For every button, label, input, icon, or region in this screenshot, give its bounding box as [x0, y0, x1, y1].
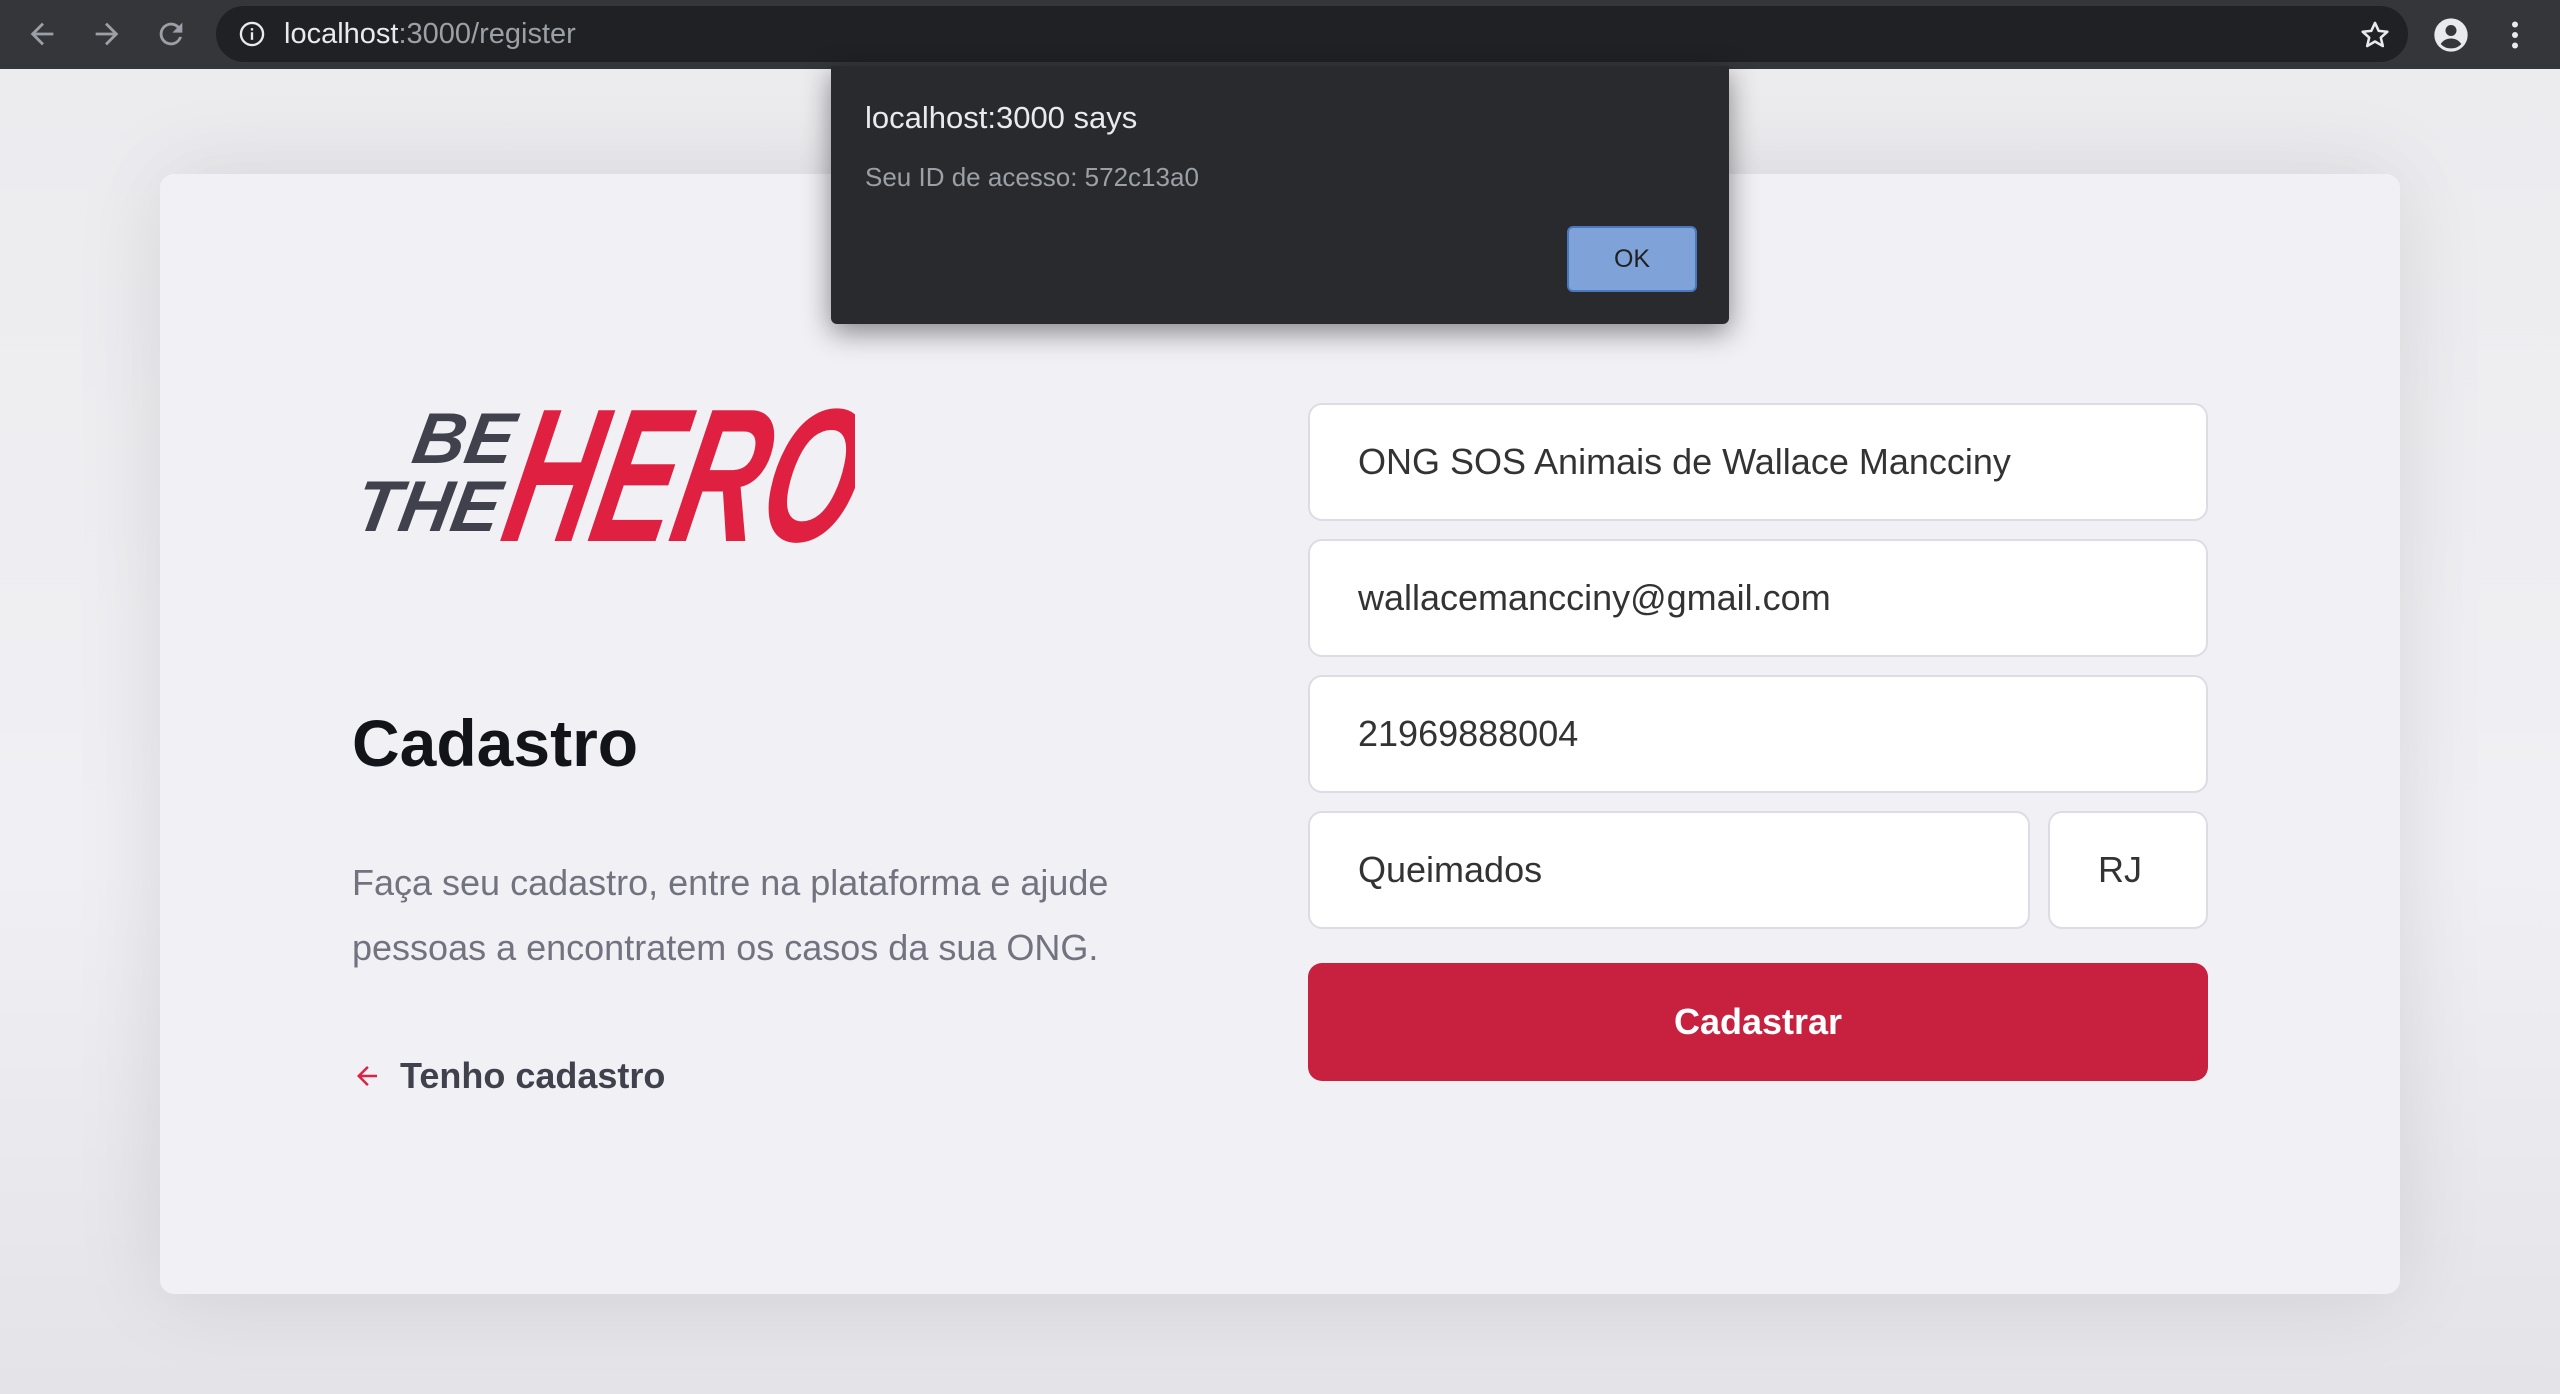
address-bar[interactable]: localhost:3000/register [216, 6, 2408, 62]
email-input[interactable] [1308, 539, 2208, 657]
star-icon[interactable] [2358, 18, 2392, 52]
logo-text-hero: HERO [489, 369, 855, 578]
uf-input[interactable] [2048, 811, 2208, 929]
city-input[interactable] [1308, 811, 2030, 929]
url-host: localhost [284, 18, 399, 50]
page-description: Faça seu cadastro, entre na plataforma e… [352, 862, 1109, 968]
arrow-left-icon [30, 22, 54, 46]
kebab-menu-icon [2512, 21, 2518, 49]
register-submit-button[interactable]: Cadastrar [1308, 963, 2208, 1081]
url-text: localhost:3000/register [284, 6, 576, 62]
forward-button[interactable] [87, 14, 127, 54]
info-icon[interactable] [238, 20, 266, 48]
back-link-label: Tenho cadastro [400, 1055, 666, 1096]
arrow-left-icon [357, 1066, 377, 1086]
arrow-right-icon [95, 22, 119, 46]
browser-toolbar: localhost:3000/register [0, 0, 2560, 69]
be-the-hero-logo: BE THE HERO [350, 369, 855, 578]
profile-button[interactable] [2430, 14, 2472, 56]
reload-icon [159, 22, 183, 46]
url-path: :3000/register [398, 18, 576, 50]
dialog-title: localhost:3000 says [865, 100, 1138, 135]
page-title: Cadastro [352, 706, 639, 780]
dialog-message: Seu ID de acesso: 572c13a0 [865, 162, 1199, 192]
whatsapp-input[interactable] [1308, 675, 2208, 793]
logo-text-the: THE [350, 466, 510, 546]
back-button[interactable] [22, 14, 62, 54]
browser-menu-button[interactable] [2494, 14, 2536, 56]
ong-name-input[interactable] [1308, 403, 2208, 521]
account-circle-icon [2434, 18, 2468, 52]
back-link-login[interactable]: Tenho cadastro [352, 1055, 665, 1097]
dialog-ok-button[interactable]: OK [1567, 226, 1697, 292]
alert-dialog: localhost:3000 says Seu ID de acesso: 57… [831, 66, 1729, 324]
reload-button[interactable] [151, 14, 191, 54]
